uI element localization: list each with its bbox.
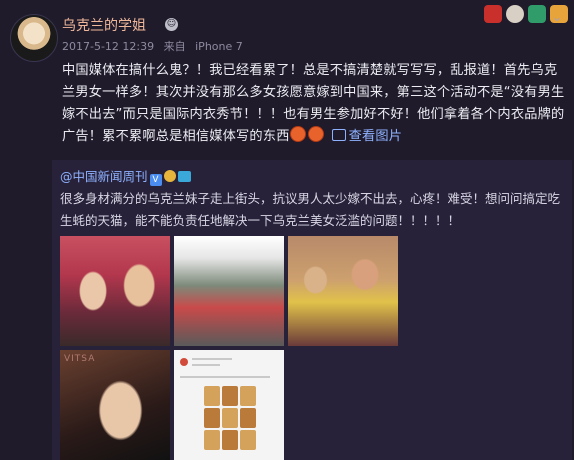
username[interactable]: 乌克兰的学姐 bbox=[62, 15, 146, 35]
device-label: iPhone 7 bbox=[195, 40, 243, 53]
angry-face-icon bbox=[289, 126, 306, 142]
chevron-down-icon[interactable]: ⌄ bbox=[552, 10, 562, 24]
sticker-icon bbox=[484, 5, 502, 23]
avatar-icon bbox=[180, 358, 188, 366]
image-grid bbox=[204, 386, 256, 450]
sticker-icon bbox=[506, 5, 524, 23]
verified-v-icon: V bbox=[149, 174, 162, 186]
photo-thumbnail-screenshot[interactable] bbox=[174, 350, 284, 460]
repost-author-name[interactable]: @中国新闻周刊 bbox=[60, 169, 148, 184]
view-images-link[interactable]: 查看图片 bbox=[331, 129, 403, 144]
post-meta: 2017-5-12 12:39 来自 iPhone 7 bbox=[62, 38, 249, 54]
timestamp[interactable]: 2017-5-12 12:39 bbox=[62, 40, 154, 53]
photo-thumbnail[interactable] bbox=[288, 236, 398, 346]
gold-badge-icon bbox=[163, 170, 176, 182]
repost-card: @中国新闻周刊 V 很多身材满分的乌克兰妹子走上街头，抗议男人太少嫁不出去，心疼！… bbox=[52, 160, 572, 460]
repost-text: 很多身材满分的乌克兰妹子走上街头，抗议男人太少嫁不出去，心疼！难受！想问问搞定吃… bbox=[60, 191, 561, 228]
photo-watermark: VITSA bbox=[64, 354, 96, 364]
view-images-label: 查看图片 bbox=[348, 129, 403, 144]
screenshot-header bbox=[180, 356, 278, 370]
robot-badge-icon: ☺ bbox=[165, 18, 178, 31]
post-body: 中国媒体在搞什么鬼？！我已经看累了！总是不搞清楚就写写写，乱报道！首先乌克兰男女… bbox=[62, 60, 567, 148]
angry-face-icon bbox=[307, 126, 324, 142]
photo-thumbnail[interactable] bbox=[60, 236, 170, 346]
camera-icon bbox=[177, 171, 191, 182]
photo-thumbnail[interactable] bbox=[174, 236, 284, 346]
repost-author[interactable]: @中国新闻周刊 V bbox=[60, 166, 191, 186]
photo-thumbnail[interactable]: VITSA bbox=[60, 350, 170, 460]
sticker-icon bbox=[528, 5, 546, 23]
image-icon bbox=[331, 129, 346, 141]
avatar[interactable] bbox=[10, 14, 58, 62]
source-label: 来自 bbox=[163, 40, 186, 53]
